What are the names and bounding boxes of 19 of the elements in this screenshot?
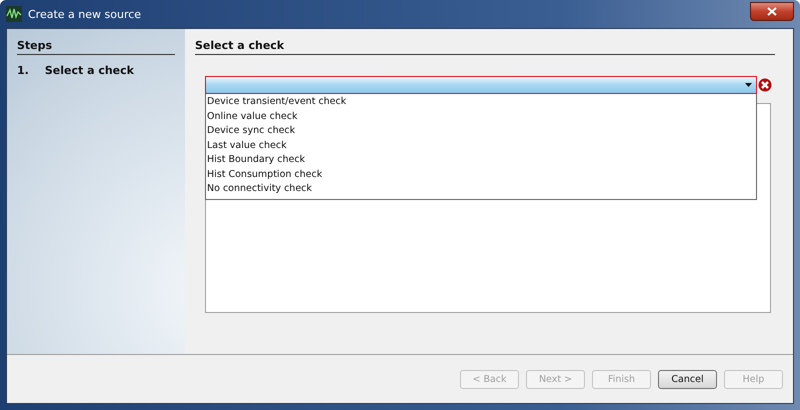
dropdown-option[interactable]: Hist Boundary check <box>206 153 756 168</box>
page-heading: Select a check <box>195 39 775 55</box>
check-dropdown[interactable] <box>205 76 757 94</box>
steps-heading: Steps <box>17 39 175 55</box>
error-icon <box>758 78 772 92</box>
dialog-button[interactable]: Cancel <box>658 370 717 388</box>
chart-logo-icon <box>6 6 22 22</box>
window-title: Create a new source <box>28 8 142 20</box>
dropdown-option[interactable]: Last value check <box>206 138 756 153</box>
step-number: 1. <box>17 64 29 77</box>
dropdown-option[interactable]: Device sync check <box>206 124 756 138</box>
close-button[interactable] <box>750 2 794 20</box>
caret-icon <box>745 83 752 87</box>
dropdown-option[interactable]: Device transient/event check <box>206 95 756 110</box>
step-label: Select a check <box>44 64 134 77</box>
dropdown-option[interactable]: No connectivity check <box>206 182 756 196</box>
close-icon <box>767 6 777 16</box>
dropdown-option[interactable]: Online value check <box>206 110 756 124</box>
dropdown-option[interactable]: Hist Consumption check <box>206 168 756 182</box>
